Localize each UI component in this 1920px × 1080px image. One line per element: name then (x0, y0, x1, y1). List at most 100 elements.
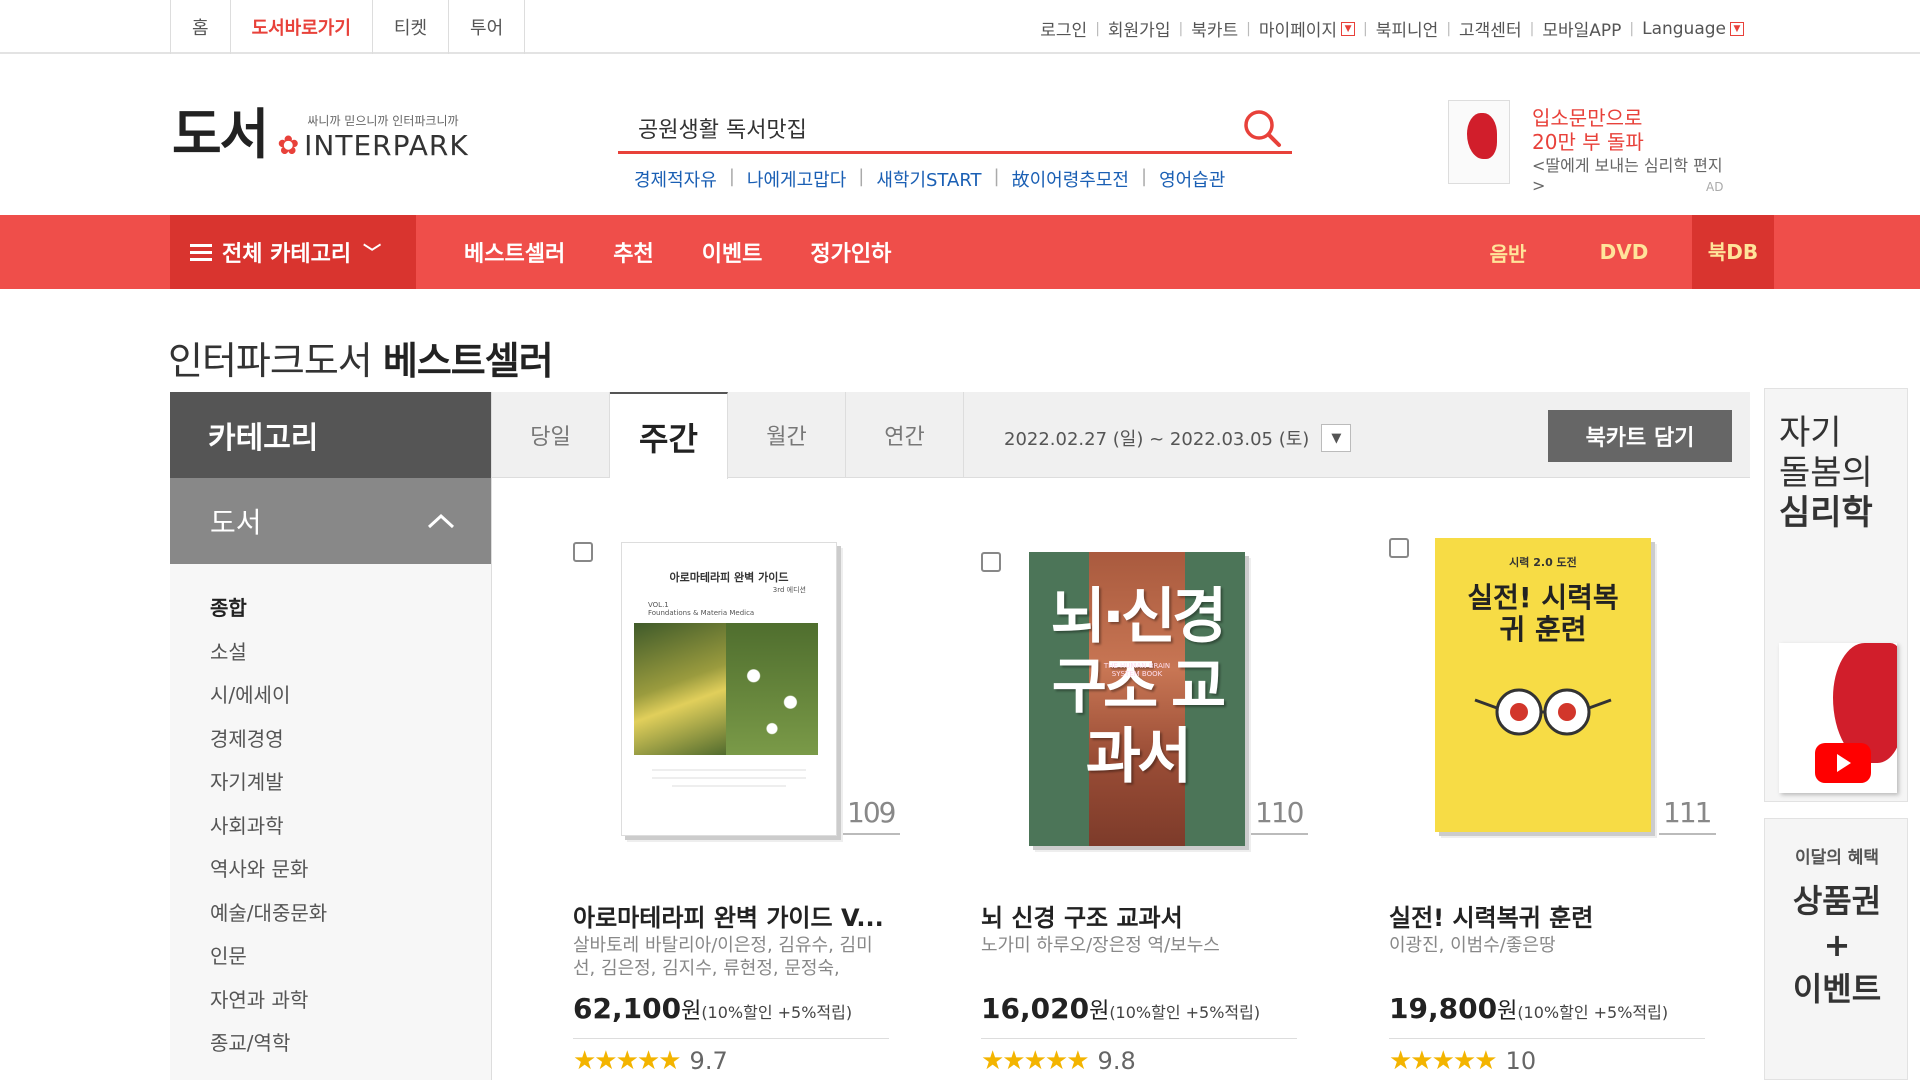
chevron-down-icon[interactable]: ▼ (1321, 424, 1352, 452)
tab-tour[interactable]: 투어 (449, 0, 526, 54)
header-ad-banner[interactable]: 입소문만으로 20만 부 돌파 <딸에게 보내는 심리학 편지> AD (1448, 98, 1728, 198)
signup-link[interactable]: 회원가입 (1108, 16, 1171, 41)
all-categories-button[interactable]: 전체 카테고리 ﹀ (170, 215, 416, 289)
search-icon[interactable] (1240, 106, 1284, 150)
search-input[interactable]: 공원생활 독서맛집 (638, 112, 807, 144)
product-title[interactable]: 실전! 시력복귀 훈련 (1389, 898, 1709, 933)
sidebar-item-humanities[interactable]: 인문 (210, 940, 491, 984)
sidebar-header: 카테고리 (170, 392, 491, 478)
cover-volume: VOL.1 (648, 601, 669, 609)
nav-music[interactable]: 음반 (1450, 238, 1566, 267)
star-icons: ★★★★★ (573, 1046, 682, 1076)
tab-home[interactable]: 홈 (171, 0, 231, 54)
sidebar-item-religion[interactable]: 종교/역학 (210, 1027, 491, 1071)
benefit-label: 이달의 혜택 (1794, 848, 1880, 868)
service-tabs: 홈 도서바로가기 티켓 투어 (170, 0, 526, 54)
side-ad-book-cover (1779, 643, 1897, 793)
product-rating: ★★★★★ 9.7 (573, 1046, 728, 1076)
book-cover[interactable]: 뇌·신경 구조 교과서 THE HUMAN BRAIN SYSTEM BOOK (1029, 552, 1245, 846)
bookpinion-link[interactable]: 북피니언 (1376, 16, 1439, 41)
rating-score: 9.7 (689, 1047, 728, 1075)
search-box[interactable]: 공원생활 독서맛집 (618, 100, 1292, 154)
nav-bestseller[interactable]: 베스트셀러 (464, 236, 565, 268)
nav-recommend[interactable]: 추천 (613, 236, 653, 268)
tab-ticket[interactable]: 티켓 (373, 0, 450, 54)
tab-books[interactable]: 도서바로가기 (231, 0, 373, 54)
bookcart-link[interactable]: 북카트 (1191, 16, 1238, 41)
price-unit: 원 (681, 999, 702, 1024)
ad-line2: 20만 부 돌파 (1532, 130, 1644, 154)
period-tabs: 당일 주간 월간 연간 2022.02.27 (일) ~ 2022.03.05 … (492, 392, 1750, 479)
tab-yearly[interactable]: 연간 (846, 392, 964, 478)
tab-weekly[interactable]: 주간 (610, 392, 728, 479)
sidebar-item-self-help[interactable]: 자기계발 (210, 766, 491, 810)
product-checkbox[interactable] (1389, 538, 1409, 558)
book-cover[interactable]: 아로마테라피 완벽 가이드 3rd 에디션 VOL.1 Foundations … (621, 542, 837, 836)
tab-daily[interactable]: 당일 (492, 392, 610, 478)
side-benefit-banner[interactable]: 이달의 혜택 상품권 + 이벤트 (1764, 818, 1908, 1080)
product-checkbox[interactable] (573, 542, 593, 562)
sidebar-item-history[interactable]: 역사와 문화 (210, 853, 491, 897)
login-link[interactable]: 로그인 (1040, 16, 1087, 41)
product-title[interactable]: 아로마테라피 완벽 가이드 V... (573, 898, 893, 933)
nav-bookdb[interactable]: 북DB (1692, 215, 1774, 289)
youtube-play-icon[interactable] (1815, 743, 1871, 783)
all-categories-label: 전체 카테고리 (222, 242, 352, 267)
rank-number: 109 (843, 796, 901, 835)
keyword-link[interactable]: 영어습관 (1159, 166, 1225, 192)
site-logo[interactable]: 도서 싸니까 믿으니까 인터파크니까 ✿ INTERPARK (172, 108, 469, 163)
sidebar-item-novel[interactable]: 소설 (210, 636, 491, 680)
language-select[interactable]: Language ▼ (1642, 19, 1744, 39)
product-author[interactable]: 노가미 하루오/장은정 역/보누스 (981, 934, 1299, 980)
rating-score: 9.8 (1097, 1047, 1136, 1075)
nav-event[interactable]: 이벤트 (702, 236, 763, 268)
mypage-link[interactable]: 마이페이지 ▼ (1259, 16, 1356, 41)
product-price: 16,020 원 (10%할인 +5%적립) (981, 992, 1260, 1025)
keyword-link[interactable]: 나에게고맙다 (747, 166, 846, 192)
ad-line3: <딸에게 보내는 심리학 편지> (1532, 156, 1723, 195)
page-title-bold: 베스트셀러 (382, 339, 554, 383)
product-rating: ★★★★★ 9.8 (981, 1046, 1136, 1076)
logo-slogan: 싸니까 믿으니까 인터파크니까 (307, 114, 459, 128)
price-value: 19,800 (1389, 992, 1498, 1025)
glasses-icon (1474, 688, 1612, 736)
keyword-link[interactable]: 경제적자유 (634, 166, 717, 192)
price-value: 62,100 (573, 992, 682, 1025)
sidebar-item-all[interactable]: 종합 (210, 592, 491, 636)
sidebar-item-social-science[interactable]: 사회과학 (210, 810, 491, 854)
keyword-link[interactable]: 故이어령추모전 (1012, 166, 1129, 192)
sidebar-item-science[interactable]: 자연과 과학 (210, 984, 491, 1028)
sidebar-item-economy[interactable]: 경제경영 (210, 723, 491, 767)
price-discount: (10%할인 +5%적립) (1109, 1003, 1261, 1022)
main-nav: 전체 카테고리 ﹀ 베스트셀러 추천 이벤트 정가인하 음반 DVD 북DB (0, 215, 1920, 289)
product-author[interactable]: 이광진, 이범수/좋은땅 (1389, 934, 1707, 980)
dropdown-icon[interactable]: ▼ (1341, 21, 1356, 36)
side-ad-banner[interactable]: 자기 돌봄의 심리학 (1764, 388, 1908, 802)
sidebar-item-arts[interactable]: 예술/대중문화 (210, 897, 491, 941)
rating-score: 10 (1505, 1047, 1537, 1075)
product-price: 19,800 원 (10%할인 +5%적립) (1389, 992, 1668, 1025)
tab-monthly[interactable]: 월간 (728, 392, 846, 478)
customer-center-link[interactable]: 고객센터 (1459, 16, 1522, 41)
ad-book-cover (1448, 100, 1510, 184)
sidebar-section-books[interactable]: 도서 (170, 478, 491, 564)
product-price: 62,100 원 (10%할인 +5%적립) (573, 992, 852, 1025)
book-cover[interactable]: 시력 2.0 도전 실전! 시력복귀 훈련 (1435, 538, 1651, 832)
rank-number: 111 (1659, 796, 1717, 835)
add-to-bookcart-button[interactable]: 북카트 담기 (1548, 410, 1732, 462)
page-title: 인터파크도서 베스트셀러 (168, 330, 554, 385)
mobile-app-link[interactable]: 모바일APP (1542, 16, 1621, 41)
product-title[interactable]: 뇌 신경 구조 교과서 (981, 898, 1301, 933)
nav-price-cut[interactable]: 정가인하 (810, 236, 891, 268)
product-checkbox[interactable] (981, 552, 1001, 572)
product-author[interactable]: 살바토레 바탈리아/이은정, 김유수, 김미선, 김은정, 김지수, 류현정, … (573, 934, 891, 980)
price-discount: (10%할인 +5%적립) (701, 1003, 853, 1022)
cover-title: 아로마테라피 완벽 가이드 (669, 571, 789, 584)
dropdown-icon[interactable]: ▼ (1730, 21, 1744, 36)
sidebar-section-label: 도서 (210, 506, 262, 539)
nav-dvd[interactable]: DVD (1566, 240, 1682, 264)
period-selector[interactable]: 2022.02.27 (일) ~ 2022.03.05 (토) ▼ (1004, 424, 1352, 452)
keyword-link[interactable]: 새학기START (876, 166, 981, 192)
sidebar-item-poetry-essay[interactable]: 시/에세이 (210, 679, 491, 723)
benefit-text: 상품권 + 이벤트 (1792, 882, 1882, 1008)
